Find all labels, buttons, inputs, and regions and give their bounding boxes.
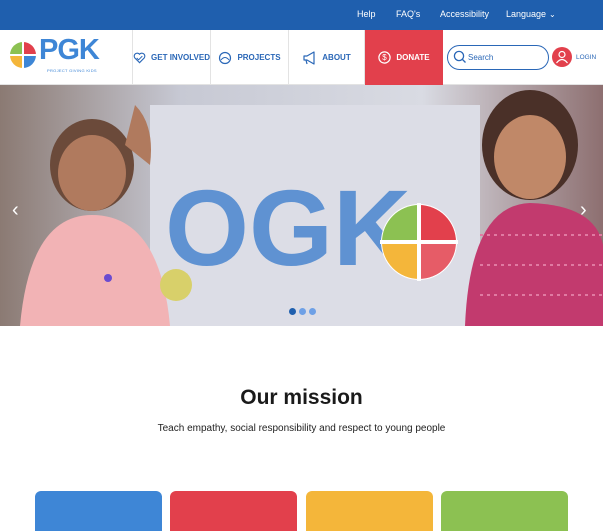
nav-projects-label: PROJECTS [237,53,281,62]
nav-projects[interactable]: PROJECTS [210,30,288,85]
language-label: Language [506,9,547,19]
mission-subtitle: Teach empathy, social responsibility and… [157,423,446,434]
svg-text:OGK: OGK [165,167,411,288]
megaphone-icon [303,50,315,65]
carousel-prev-button[interactable]: ‹ [12,199,19,222]
handshake-heart-icon [133,52,146,63]
logo[interactable]: PGK PROJECT GIVING KIDS [10,34,100,78]
chevron-down-icon: ⌄ [549,10,556,19]
svg-text:$: $ [383,53,388,62]
search-input[interactable] [468,49,544,66]
carousel-next-button[interactable]: › [580,199,587,222]
feature-card-green[interactable] [441,491,568,531]
search-box [447,45,549,70]
dollar-icon: $ [378,51,392,64]
feature-card-blue[interactable] [35,491,162,531]
faqs-link[interactable]: FAQ's [396,9,420,19]
user-icon [556,50,568,64]
logo-quad-icon [10,41,37,69]
carousel-dot-3[interactable] [309,308,316,315]
language-menu[interactable]: Language ⌄ [506,9,556,19]
donate-label: DONATE [396,53,430,62]
nav-get-involved[interactable]: GET INVOLVED [132,30,210,85]
mission-title: Our mission [240,386,363,409]
accessibility-link[interactable]: Accessibility [440,9,489,19]
login-button[interactable] [552,47,572,67]
carousel-dots [289,308,316,315]
top-utility-bar: Help FAQ's Accessibility Language ⌄ [0,0,603,30]
search-icon[interactable] [453,50,467,64]
help-link[interactable]: Help [357,9,376,19]
logo-tagline: PROJECT GIVING KIDS [47,68,97,73]
carousel-dot-1[interactable] [289,308,296,315]
hero-slide-image: OGK [0,85,603,326]
nav-about[interactable]: ABOUT [288,30,365,85]
login-link[interactable]: LOGIN [576,54,596,61]
carousel-dot-2[interactable] [299,308,306,315]
logo-wordmark: PGK [39,34,100,66]
globe-hands-icon [219,51,232,64]
donate-button[interactable]: $ DONATE [365,30,443,85]
feature-card-red[interactable] [170,491,297,531]
feature-card-yellow[interactable] [306,491,433,531]
nav-get-involved-label: GET INVOLVED [151,53,210,62]
nav-about-label: ABOUT [322,53,351,62]
hero-carousel: OGK [0,85,603,326]
